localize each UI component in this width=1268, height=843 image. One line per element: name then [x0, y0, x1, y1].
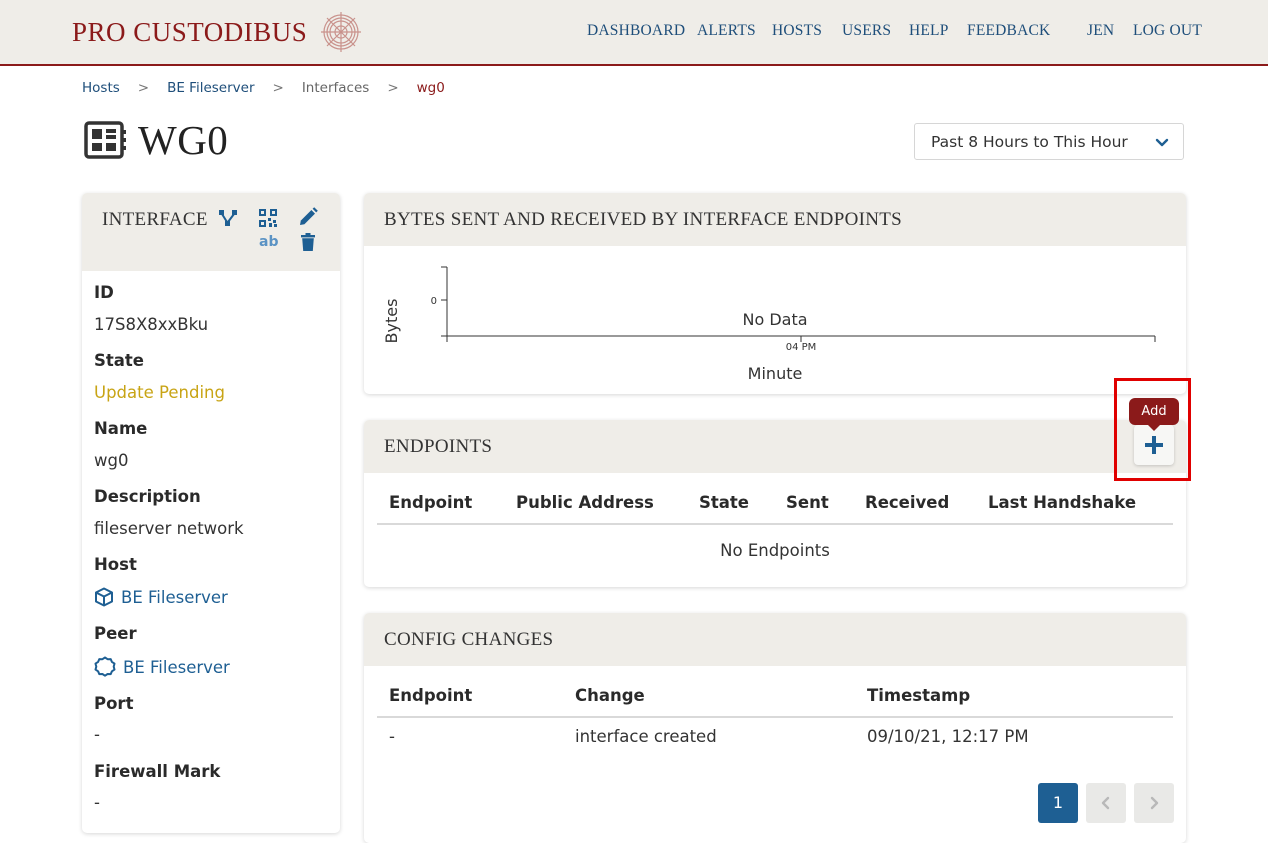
- nav-users[interactable]: USERS: [842, 22, 891, 40]
- bytes-chart-card: BYTES SENT AND RECEIVED BY INTERFACE END…: [364, 193, 1186, 394]
- row-change: interface created: [575, 727, 717, 746]
- id-value: 17S8X8xxBku: [94, 315, 209, 334]
- peer-label: Peer: [94, 624, 137, 643]
- port-label: Port: [94, 694, 134, 713]
- description-value: fileserver network: [94, 519, 244, 538]
- add-tooltip: Add: [1129, 398, 1179, 431]
- config-changes-title: CONFIG CHANGES: [384, 629, 554, 650]
- col-state[interactable]: State: [699, 493, 749, 512]
- endpoints-empty-message: No Endpoints: [720, 541, 830, 560]
- breadcrumb-separator: >: [137, 80, 150, 96]
- nav-dashboard[interactable]: DASHBOARD: [587, 22, 685, 40]
- nav-alerts[interactable]: ALERTS: [697, 22, 756, 40]
- port-value: -: [94, 725, 100, 744]
- table-header-rule: [377, 523, 1173, 525]
- pagination-page-1[interactable]: 1: [1038, 783, 1078, 823]
- host-link[interactable]: BE Fileserver: [94, 587, 228, 607]
- host-label: Host: [94, 555, 137, 574]
- row-timestamp: 09/10/21, 12:17 PM: [867, 727, 1029, 746]
- breadcrumb-interfaces: Interfaces: [301, 80, 370, 96]
- peer-link-label: BE Fileserver: [123, 657, 230, 677]
- col-timestamp[interactable]: Timestamp: [867, 686, 970, 705]
- nav-logout[interactable]: LOG OUT: [1133, 22, 1202, 40]
- top-navbar: PRO CUSTODIBUS DASHBOARD ALERTS HOSTS US…: [0, 0, 1268, 66]
- breadcrumb-separator: >: [387, 80, 399, 96]
- time-range-value: Past 8 Hours to This Hour: [931, 133, 1128, 151]
- peer-badge-icon: [94, 656, 116, 677]
- breadcrumb-host[interactable]: BE Fileserver: [167, 80, 254, 96]
- breadcrumb-current: wg0: [416, 80, 445, 96]
- config-changes-header: CONFIG CHANGES: [364, 613, 1186, 666]
- chevron-left-icon: [1101, 796, 1110, 810]
- endpoints-card: ENDPOINTS Endpoint Public Address State …: [364, 420, 1186, 587]
- host-link-label: BE Fileserver: [121, 587, 228, 607]
- bytes-chart: 0 04 PM No Data Minute Bytes: [382, 266, 1156, 383]
- bytes-chart-header: BYTES SENT AND RECEIVED BY INTERFACE END…: [364, 193, 1186, 246]
- cube-icon: [95, 587, 113, 607]
- breadcrumb-separator: >: [272, 80, 284, 96]
- chart-title: BYTES SENT AND RECEIVED BY INTERFACE END…: [384, 209, 903, 230]
- col-endpoint[interactable]: Endpoint: [389, 686, 472, 705]
- plus-icon: [1145, 436, 1163, 454]
- state-label: State: [94, 351, 144, 370]
- firewall-mark-label: Firewall Mark: [94, 762, 221, 781]
- firewall-mark-value: -: [94, 793, 100, 812]
- pagination-next[interactable]: [1134, 783, 1174, 823]
- pagination-prev[interactable]: [1086, 783, 1126, 823]
- time-range-select[interactable]: Past 8 Hours to This Hour: [914, 123, 1184, 160]
- qr-code-icon[interactable]: [258, 208, 278, 228]
- pencil-icon[interactable]: [298, 207, 318, 227]
- endpoints-title: ENDPOINTS: [384, 436, 493, 457]
- endpoints-header: ENDPOINTS: [364, 420, 1186, 473]
- breadcrumb: Hosts > BE Fileserver > Interfaces > wg0: [82, 78, 445, 98]
- nav-feedback[interactable]: FEEDBACK: [967, 22, 1050, 40]
- description-label: Description: [94, 487, 201, 506]
- state-value: Update Pending: [94, 383, 225, 402]
- col-change[interactable]: Change: [575, 686, 645, 705]
- add-endpoint-button[interactable]: [1134, 425, 1174, 465]
- col-received[interactable]: Received: [865, 493, 949, 512]
- breadcrumb-hosts[interactable]: Hosts: [82, 80, 120, 96]
- col-sent[interactable]: Sent: [786, 493, 829, 512]
- name-value: wg0: [94, 451, 129, 470]
- interface-card-title: INTERFACE: [102, 209, 208, 230]
- chevron-right-icon: [1150, 796, 1159, 810]
- interface-card-icon: [84, 121, 126, 159]
- peer-link[interactable]: BE Fileserver: [94, 656, 230, 678]
- id-label: ID: [94, 283, 114, 302]
- name-label: Name: [94, 419, 148, 438]
- trash-icon[interactable]: [301, 233, 315, 251]
- chevron-down-icon: [1155, 138, 1169, 147]
- col-public-address[interactable]: Public Address: [516, 493, 654, 512]
- nav-user-profile[interactable]: JEN: [1087, 22, 1114, 40]
- col-last-handshake[interactable]: Last Handshake: [988, 493, 1136, 512]
- y-axis-label: Bytes: [382, 299, 401, 344]
- page-title: WG0: [138, 117, 229, 163]
- chart-empty-message: No Data: [742, 310, 807, 329]
- topology-icon[interactable]: [218, 209, 238, 227]
- nav-hosts[interactable]: HOSTS: [772, 22, 822, 40]
- nav-help[interactable]: HELP: [909, 22, 949, 40]
- col-endpoint[interactable]: Endpoint: [389, 493, 472, 512]
- ab-label-icon[interactable]: ab: [259, 234, 278, 250]
- x-tick-label: 04 PM: [786, 342, 817, 353]
- interface-card-header: INTERFACE ab: [82, 193, 340, 271]
- main-nav: DASHBOARD ALERTS HOSTS USERS HELP FEEDBA…: [0, 0, 1268, 64]
- table-header-rule: [377, 716, 1173, 718]
- y-tick-label: 0: [431, 296, 437, 307]
- row-endpoint: -: [389, 727, 395, 746]
- x-axis-label: Minute: [748, 364, 803, 383]
- interface-card: INTERFACE ab ID 17S8X8xxBku State Update…: [82, 193, 340, 833]
